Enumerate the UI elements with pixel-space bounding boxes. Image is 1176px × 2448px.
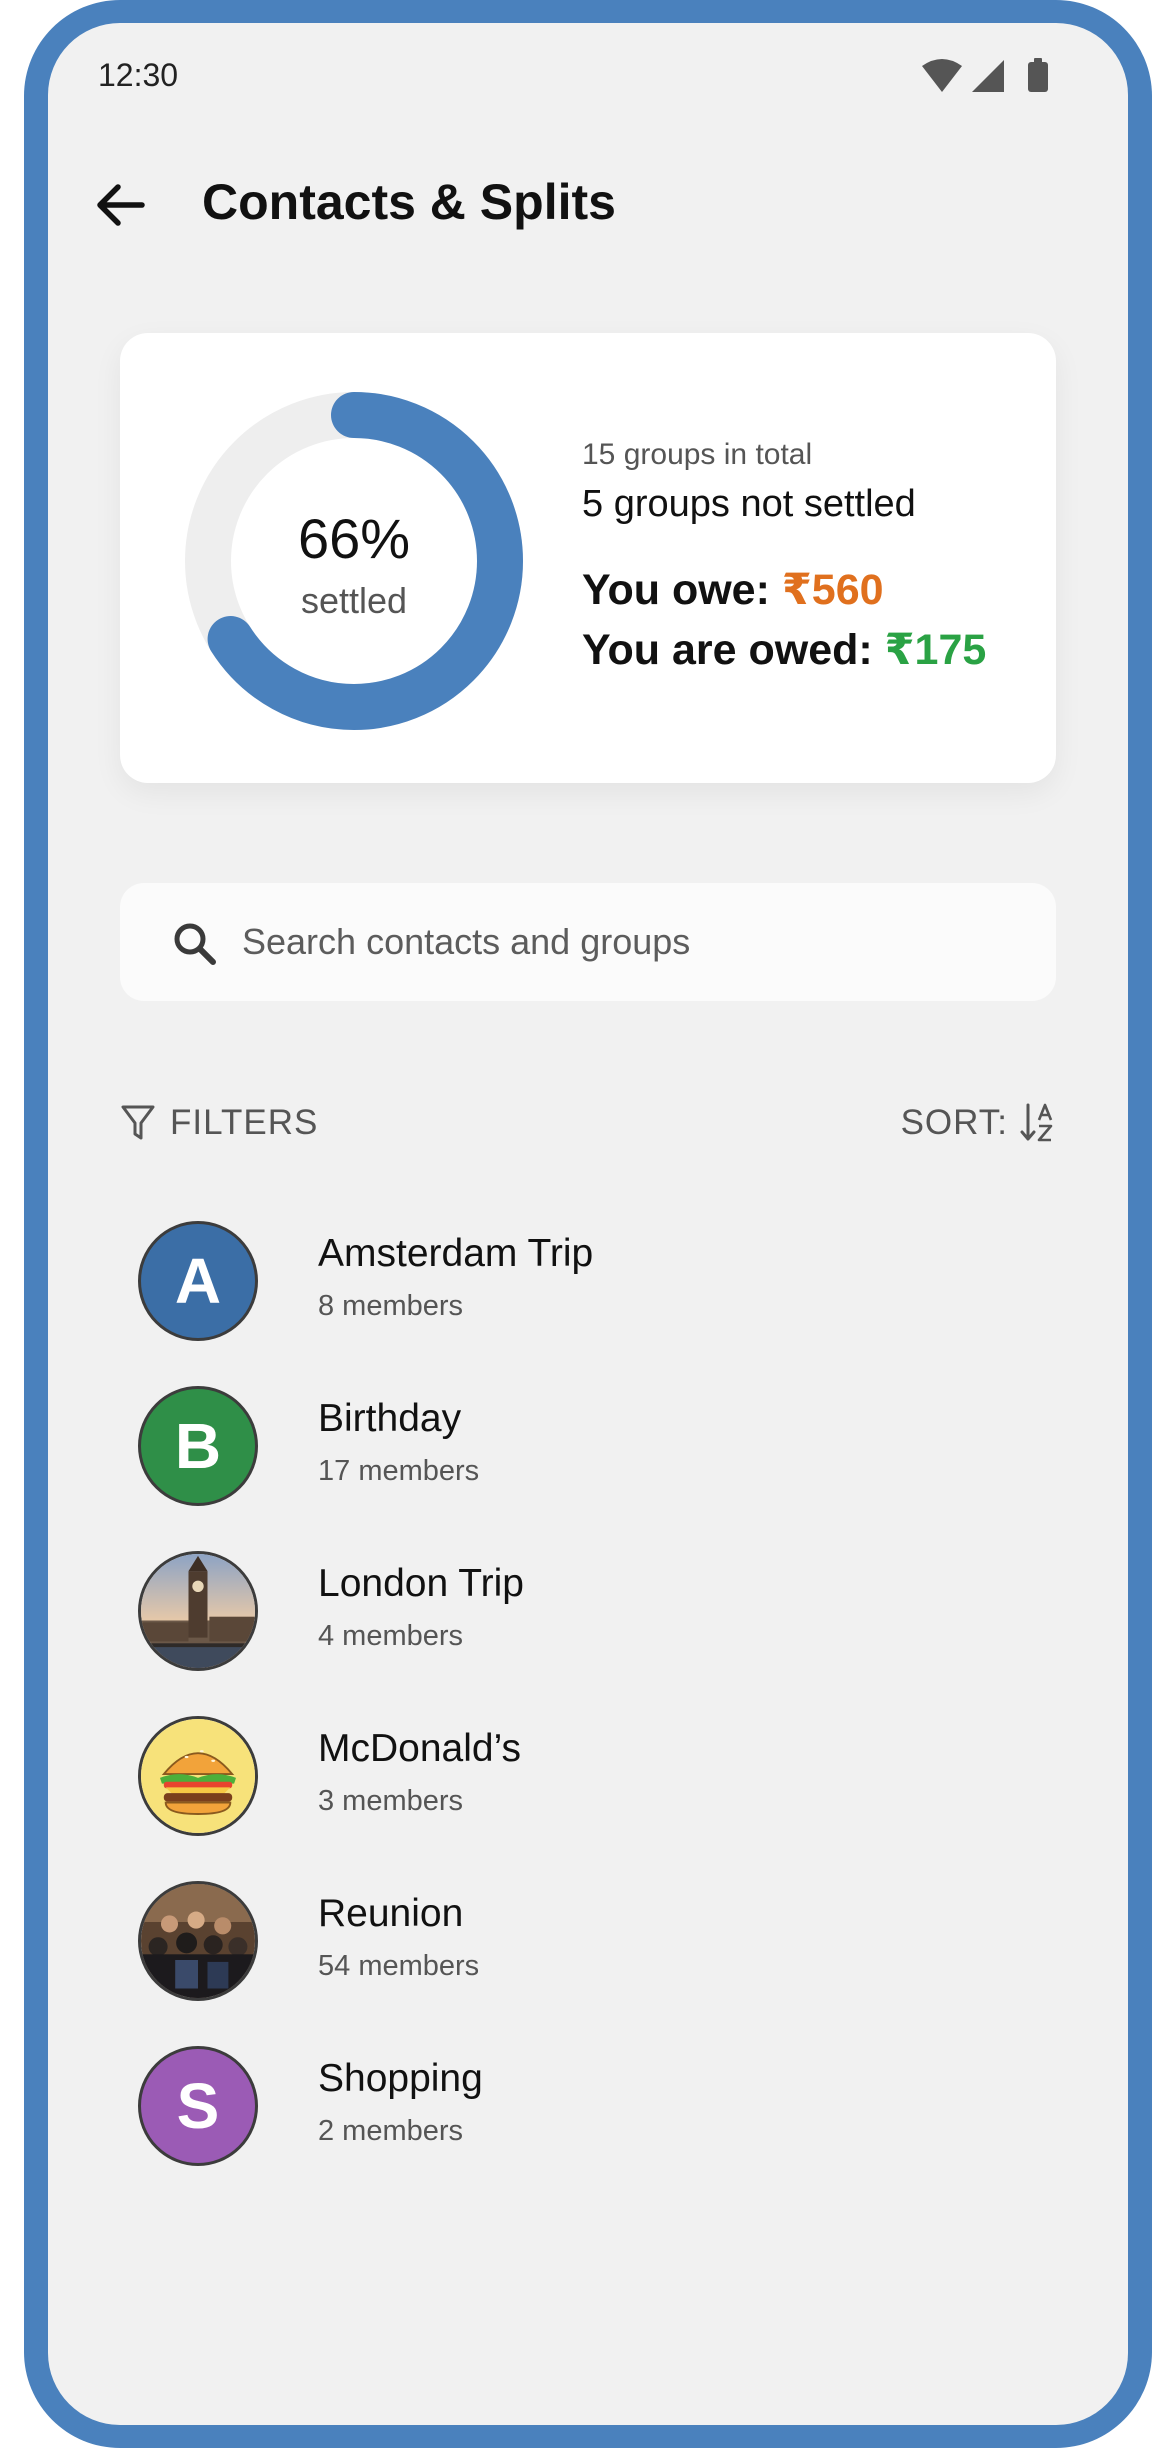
group-row-london-trip[interactable]: London Trip 4 members <box>48 1538 1128 1688</box>
group-name: Reunion <box>318 1892 464 1935</box>
avatar-london-trip <box>138 1551 258 1671</box>
search-icon <box>174 923 216 965</box>
filters-label: FILTERS <box>170 1103 319 1142</box>
status-time: 12:30 <box>98 57 179 93</box>
big-ben-photo-icon <box>141 1554 255 1668</box>
you-owe-label: You owe: <box>582 566 782 614</box>
burger-illustration-icon <box>141 1719 255 1833</box>
back-arrow-icon <box>97 184 145 226</box>
group-members: 8 members <box>318 1290 464 1322</box>
group-name: Amsterdam Trip <box>318 1232 594 1275</box>
group-name: London Trip <box>318 1562 524 1605</box>
battery-icon <box>1028 58 1048 92</box>
settled-percent: 66% <box>297 507 411 570</box>
group-row-reunion[interactable]: Reunion 54 members <box>48 1868 1128 2018</box>
filters-button[interactable]: FILTERS <box>120 1098 318 1148</box>
status-icons <box>922 58 1048 92</box>
you-are-owed-line: You are owed: ₹175 <box>582 625 986 675</box>
avatar-mcdonalds <box>138 1716 258 1836</box>
group-members: 4 members <box>318 1620 464 1652</box>
you-are-owed-amount: ₹175 <box>884 626 987 674</box>
app-screen: 12:30 Contacts & Splits 66% settled 15 g… <box>48 23 1128 2425</box>
you-owe-amount: ₹560 <box>781 566 884 614</box>
sort-label: SORT: <box>900 1103 1008 1142</box>
settled-label: settled <box>300 580 408 621</box>
group-row-mcdonalds[interactable]: McDonald’s 3 members <box>48 1703 1128 1853</box>
group-name: Shopping <box>318 2057 483 2100</box>
avatar-shopping: S <box>138 2046 258 2166</box>
avatar-letter: B <box>174 1410 222 1482</box>
group-row-birthday[interactable]: B Birthday 17 members <box>48 1373 1128 1523</box>
group-row-shopping[interactable]: S Shopping 2 members <box>48 2033 1128 2183</box>
group-row-amsterdam-trip[interactable]: A Amsterdam Trip 8 members <box>48 1208 1128 1358</box>
search-bar[interactable] <box>120 883 1056 1001</box>
group-name: Birthday <box>318 1397 462 1440</box>
sort-az-icon <box>1020 1103 1053 1142</box>
wifi-icon <box>922 59 962 92</box>
avatar-amsterdam-trip: A <box>138 1221 258 1341</box>
avatar-birthday: B <box>138 1386 258 1506</box>
group-members: 3 members <box>318 1785 464 1817</box>
filter-funnel-icon <box>121 1105 155 1140</box>
group-members: 17 members <box>318 1455 480 1487</box>
avatar-letter: A <box>174 1245 222 1317</box>
you-are-owed-label: You are owed: <box>582 626 885 674</box>
avatar-reunion <box>138 1881 258 2001</box>
sort-button[interactable]: SORT: <box>901 1098 1056 1148</box>
signal-icon <box>972 60 1004 92</box>
group-members: 54 members <box>318 1950 480 1982</box>
group-members: 2 members <box>318 2115 464 2147</box>
avatar-letter: S <box>176 2070 220 2142</box>
group-name: McDonald’s <box>318 1727 522 1770</box>
groups-total-text: 15 groups in total <box>582 438 813 471</box>
back-button[interactable] <box>86 171 154 239</box>
crowd-photo-icon <box>141 1884 255 1998</box>
groups-not-settled-text: 5 groups not settled <box>582 483 916 525</box>
search-input[interactable] <box>242 911 1022 973</box>
settlement-summary-card: 66% settled 15 groups in total 5 groups … <box>120 333 1056 783</box>
you-owe-line: You owe: ₹560 <box>582 565 884 615</box>
page-title: Contacts & Splits <box>202 174 616 230</box>
